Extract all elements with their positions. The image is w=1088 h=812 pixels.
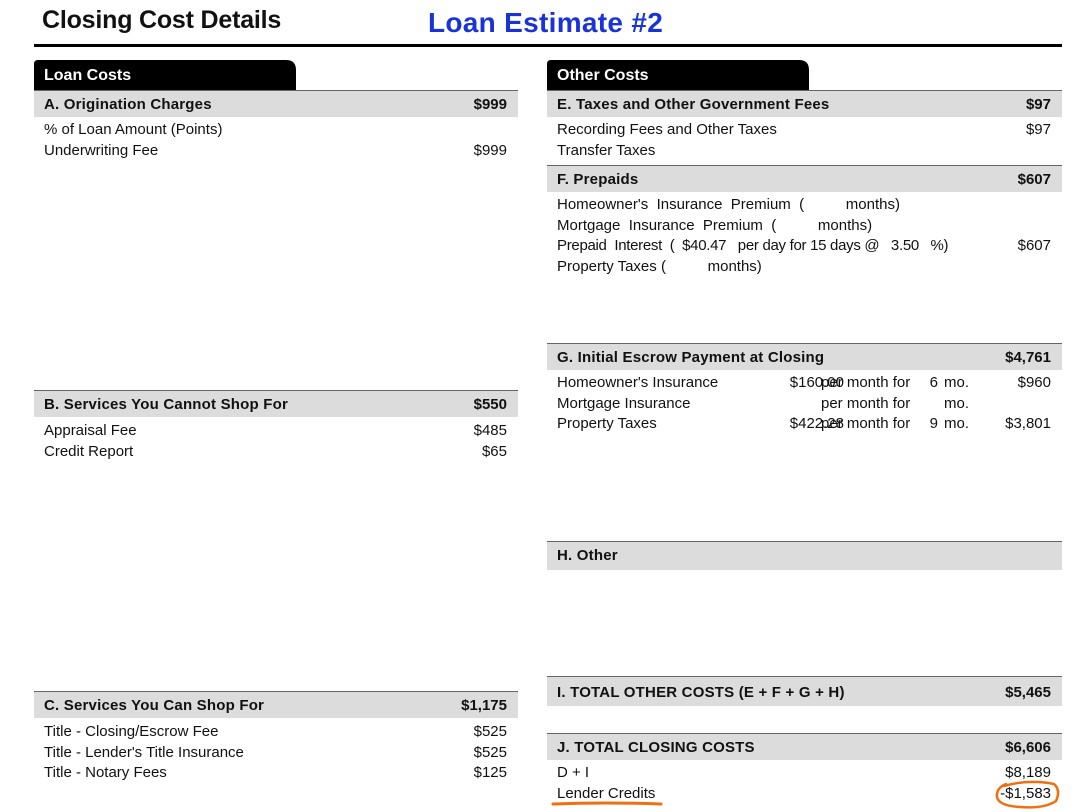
escrow-mo: mo. (944, 415, 970, 432)
row-value: $999 (473, 142, 507, 159)
row-label: Transfer Taxes (557, 142, 656, 159)
row-label: Prepaid Interest ( $40.47 per day for 15… (557, 237, 949, 254)
section-c-total: $1,175 (461, 697, 507, 714)
row-label: Title - Lender's Title Insurance (44, 744, 244, 761)
section-j-label: J. TOTAL CLOSING COSTS (557, 739, 755, 756)
row-label: D + I (557, 764, 590, 781)
section-c-row: Title - Notary Fees $125 (34, 764, 518, 784)
section-i-label: I. TOTAL OTHER COSTS (E + F + G + H) (557, 684, 845, 701)
row-value: $97 (1025, 121, 1051, 138)
escrow-per-month: per month for (821, 395, 911, 412)
row-value: $485 (473, 422, 507, 439)
escrow-per-month: per month for (821, 374, 911, 391)
section-c-row: Title - Lender's Title Insurance $525 (34, 744, 518, 764)
section-j-row: D + I $8,189 (547, 764, 1062, 784)
section-i-total: $5,465 (1005, 684, 1051, 701)
escrow-row: Mortgage Insurance per month for mo. (547, 395, 1062, 415)
title-divider (34, 44, 1062, 47)
row-label: Homeowner's Insurance Premium ( months) (557, 196, 900, 213)
row-value: $525 (473, 744, 507, 761)
section-j-header: J. TOTAL CLOSING COSTS $6,606 (547, 733, 1062, 760)
row-label: Property Taxes (557, 415, 657, 432)
row-label: Property Taxes ( months) (557, 258, 762, 275)
section-e-label: E. Taxes and Other Government Fees (557, 96, 830, 113)
section-a-total: $999 (473, 96, 507, 113)
escrow-row: Homeowner's Insurance $160.00 per month … (547, 374, 1062, 394)
escrow-row: Property Taxes $422.28 per month for 9 m… (547, 415, 1062, 435)
section-h-label: H. Other (557, 547, 618, 564)
section-e-total: $97 (1025, 96, 1051, 113)
section-i-header: I. TOTAL OTHER COSTS (E + F + G + H) $5,… (547, 676, 1062, 706)
section-a-label: A. Origination Charges (44, 96, 212, 113)
section-g-header: G. Initial Escrow Payment at Closing $4,… (547, 343, 1062, 370)
section-e-header: E. Taxes and Other Government Fees $97 (547, 90, 1062, 117)
section-c-header: C. Services You Can Shop For $1,175 (34, 691, 518, 718)
escrow-mo: mo. (944, 395, 970, 412)
section-f-label: F. Prepaids (557, 171, 639, 188)
escrow-months: 6 (929, 374, 938, 391)
section-f-total: $607 (1017, 171, 1051, 188)
row-value: $65 (481, 443, 507, 460)
section-g-total: $4,761 (1005, 349, 1051, 366)
row-label: Credit Report (44, 443, 134, 460)
loan-estimate-title: Loan Estimate #2 (428, 7, 664, 38)
escrow-months: 9 (929, 415, 938, 432)
section-b-header: B. Services You Cannot Shop For $550 (34, 390, 518, 417)
row-value: $607 (1017, 237, 1051, 254)
row-value: $3,801 (1005, 415, 1051, 432)
section-j-total: $6,606 (1005, 739, 1051, 756)
row-label: % of Loan Amount (Points) (44, 121, 223, 138)
section-b-label: B. Services You Cannot Shop For (44, 396, 289, 413)
lender-credits-circle-annotation (995, 780, 1060, 809)
section-f-header: F. Prepaids $607 (547, 165, 1062, 192)
section-f-row: Mortgage Insurance Premium ( months) (547, 217, 1062, 237)
row-value: $525 (473, 723, 507, 740)
row-label: Recording Fees and Other Taxes (557, 121, 777, 138)
other-costs-tab-label: Other Costs (557, 67, 649, 84)
section-b-row: Appraisal Fee $485 (34, 422, 518, 442)
row-value: $125 (473, 764, 507, 781)
section-a-header: A. Origination Charges $999 (34, 90, 518, 117)
row-label: Mortgage Insurance Premium ( months) (557, 217, 873, 234)
loan-costs-tab-label: Loan Costs (44, 67, 132, 84)
section-b-total: $550 (473, 396, 507, 413)
section-c-label: C. Services You Can Shop For (44, 697, 265, 714)
section-e-row: Transfer Taxes (547, 142, 1062, 162)
section-f-row: Property Taxes ( months) (547, 258, 1062, 278)
page-title: Closing Cost Details (42, 6, 282, 34)
row-value: $960 (1017, 374, 1051, 391)
escrow-per-month: per month for (821, 415, 911, 432)
section-f-row: Prepaid Interest ( $40.47 per day for 15… (547, 237, 1062, 257)
row-label: Title - Notary Fees (44, 764, 167, 781)
lender-credits-underline-annotation (551, 801, 663, 806)
row-label: Homeowner's Insurance (557, 374, 719, 391)
escrow-mo: mo. (944, 374, 970, 391)
other-costs-tab: Other Costs (547, 60, 811, 90)
loan-costs-tab: Loan Costs (34, 60, 298, 90)
section-g-label: G. Initial Escrow Payment at Closing (557, 349, 825, 366)
section-a-row: Underwriting Fee $999 (34, 142, 518, 162)
section-a-row: % of Loan Amount (Points) (34, 121, 518, 141)
row-label: Underwriting Fee (44, 142, 159, 159)
section-f-row: Homeowner's Insurance Premium ( months) (547, 196, 1062, 216)
section-c-row: Title - Closing/Escrow Fee $525 (34, 723, 518, 743)
section-e-row: Recording Fees and Other Taxes $97 (547, 121, 1062, 141)
row-label: Title - Closing/Escrow Fee (44, 723, 219, 740)
row-label: Mortgage Insurance (557, 395, 691, 412)
row-label: Appraisal Fee (44, 422, 137, 439)
section-h-header: H. Other (547, 541, 1062, 570)
section-b-row: Credit Report $65 (34, 443, 518, 463)
